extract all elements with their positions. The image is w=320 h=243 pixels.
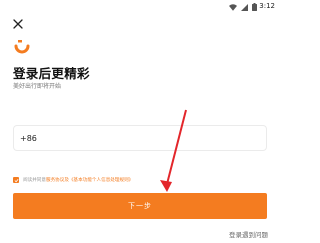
app-logo-icon xyxy=(14,40,30,54)
status-time: 3:12 xyxy=(259,2,275,10)
status-icons xyxy=(229,3,257,11)
agreement-prefix: 阅读并同意 xyxy=(23,178,46,183)
app-logo xyxy=(13,40,31,56)
phone-input[interactable] xyxy=(42,133,243,143)
agreement-checkbox[interactable] xyxy=(13,177,19,183)
page-subtitle: 美好出行即将开始 xyxy=(13,83,62,90)
status-bar: 3:12 xyxy=(0,0,281,14)
agreement-row: 阅读并同意服务协议及《基本功能个人信息处理规则》 xyxy=(13,177,133,183)
phone-input-row[interactable]: +86 xyxy=(13,125,267,151)
wifi-icon xyxy=(229,3,237,11)
signal-icon xyxy=(241,3,248,11)
agreement-links[interactable]: 服务协议及《基本功能个人信息处理规则》 xyxy=(46,178,133,183)
close-icon xyxy=(13,19,23,29)
agreement-text: 阅读并同意服务协议及《基本功能个人信息处理规则》 xyxy=(23,177,133,183)
next-button[interactable]: 下一步 xyxy=(13,193,267,219)
check-icon xyxy=(14,178,18,182)
country-code[interactable]: +86 xyxy=(20,134,37,143)
page-title: 登录后更精彩 xyxy=(13,66,90,81)
login-problem-link[interactable]: 登录遇到问题 xyxy=(229,229,268,239)
close-button[interactable] xyxy=(13,14,25,29)
battery-icon xyxy=(252,3,257,11)
